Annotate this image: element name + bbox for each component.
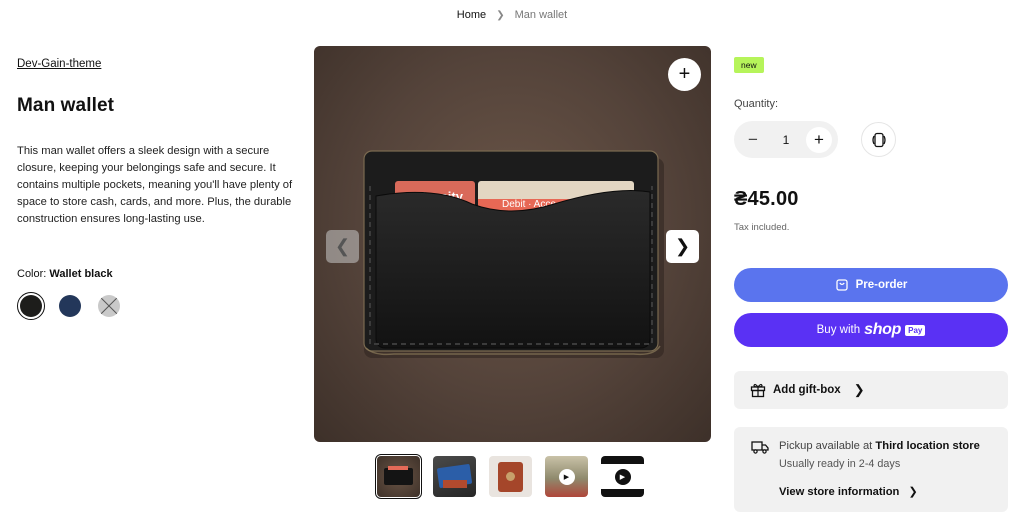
play-icon: ▶	[614, 468, 631, 485]
pickup-availability: Pickup available at Third location store…	[734, 427, 1008, 512]
chevron-right-icon: ❯	[908, 486, 918, 498]
quantity-value[interactable]: 1	[783, 133, 790, 147]
thumbnail-1[interactable]	[375, 454, 422, 499]
swatch-unavailable[interactable]	[95, 292, 123, 320]
view-in-space-button[interactable]	[861, 122, 896, 157]
chevron-right-icon: ❯	[853, 382, 865, 397]
gallery-prev-button[interactable]: ❮	[326, 230, 359, 263]
swatch-dot	[59, 295, 81, 317]
thumb-card	[388, 466, 408, 470]
new-badge: new	[734, 57, 764, 73]
product-title: Man wallet	[17, 95, 115, 116]
gift-label: Add gift-box	[773, 384, 841, 396]
play-icon: ▶	[558, 468, 575, 485]
chevron-right-icon: ❯	[496, 10, 505, 21]
shop-logo: shop	[864, 321, 902, 338]
wallet-image: Uancity Debit · Acce	[363, 150, 664, 358]
tax-note: Tax included.	[734, 222, 790, 233]
thumbnail-3[interactable]	[489, 456, 532, 497]
breadcrumb-current: Man wallet	[514, 9, 568, 21]
thumb-edge	[443, 480, 467, 488]
pickup-store-name: Third location store	[875, 440, 980, 452]
swatch-wallet-black[interactable]	[17, 292, 45, 320]
color-label: Color: Wallet black	[17, 268, 113, 280]
breadcrumb: Home ❯ Man wallet	[0, 9, 1024, 21]
quantity-plus-button[interactable]: +	[806, 126, 832, 153]
gift-icon	[750, 383, 766, 398]
chevron-right-icon: ❯	[674, 236, 691, 256]
product-image-gallery[interactable]: Uancity Debit · Acce + ❮ ❯	[314, 46, 711, 442]
color-label-text: Color:	[17, 268, 47, 280]
3d-view-icon	[871, 132, 886, 147]
preorder-button[interactable]: Pre-order	[734, 268, 1008, 302]
quantity-minus-button[interactable]: −	[740, 127, 766, 153]
gallery-next-button[interactable]: ❯	[666, 230, 699, 263]
product-description: This man wallet offers a sleek design wi…	[17, 145, 293, 225]
quantity-stepper: − 1 +	[734, 121, 838, 158]
thumbnail-video-1[interactable]: ▶	[545, 456, 588, 497]
thumb-clasp	[506, 472, 515, 481]
swatch-dot	[20, 295, 42, 317]
unavailable-cross-icon	[98, 295, 120, 317]
breadcrumb-home-link[interactable]: Home	[457, 9, 486, 21]
thumb-wallet	[384, 468, 413, 485]
buy-with-label: Buy with	[816, 324, 861, 336]
color-value: Wallet black	[49, 268, 113, 280]
swatch-navy[interactable]	[56, 292, 84, 320]
product-price: ₴45.00	[734, 188, 799, 210]
add-gift-box-button[interactable]: Add gift-box ❯	[734, 371, 1008, 409]
preorder-label: Pre-order	[855, 279, 908, 291]
pickup-prefix: Pickup available at	[779, 440, 873, 452]
thumbnail-video-2[interactable]: ▶	[601, 456, 644, 497]
view-store-label: View store information	[779, 486, 900, 498]
chevron-left-icon: ❮	[334, 236, 351, 256]
vendor-link[interactable]: Dev-Gain-theme	[17, 58, 101, 70]
view-store-information-link[interactable]: View store information ❯	[779, 485, 918, 498]
pickup-location-text: Pickup available at Third location store	[779, 440, 980, 452]
buy-with-shop-pay-button[interactable]: Buy with shop Pay	[734, 313, 1008, 347]
pickup-ready-time: Usually ready in 2-4 days	[779, 458, 901, 470]
truck-icon	[751, 441, 769, 454]
quantity-label: Quantity:	[734, 98, 779, 110]
thumbnail-2[interactable]	[433, 456, 476, 497]
pay-logo: Pay	[905, 324, 926, 336]
gallery-thumbnails: ▶ ▶	[375, 454, 644, 499]
zoom-plus-button[interactable]: +	[668, 58, 701, 91]
shopping-bag-icon	[835, 279, 848, 291]
color-swatches	[17, 292, 123, 320]
